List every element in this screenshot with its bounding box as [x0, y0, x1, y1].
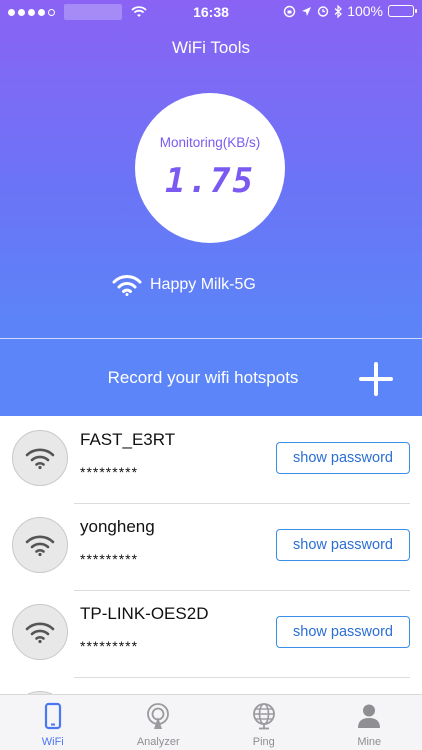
- tab-ping[interactable]: Ping: [211, 695, 317, 750]
- monitor-value: 1.75: [165, 161, 255, 201]
- tab-bar: WiFi Analyzer Ping Mine: [0, 694, 422, 750]
- hotspot-name: FAST_E3RT: [80, 430, 176, 449]
- rotation-lock-icon: [283, 5, 296, 17]
- list-item[interactable]: FAST_E3RT ********* show password: [0, 416, 422, 503]
- wifi-icon: [12, 430, 68, 486]
- bluetooth-icon: [334, 4, 343, 18]
- show-password-button[interactable]: show password: [276, 616, 410, 648]
- monitor-label: Monitoring(KB/s): [159, 135, 261, 150]
- globe-icon: [252, 703, 275, 730]
- battery-percent: 100%: [347, 3, 383, 19]
- hotspot-name: yongheng: [80, 517, 155, 536]
- status-right: 100%: [283, 3, 417, 19]
- hotspot-password: *********: [80, 464, 139, 480]
- page-title: WiFi Tools: [171, 38, 251, 57]
- user-icon: [358, 704, 381, 728]
- tab-label: Analyzer: [136, 736, 180, 748]
- monitor-gauge: Monitoring(KB/s) 1.75: [135, 93, 285, 243]
- tab-analyzer[interactable]: Analyzer: [106, 695, 212, 750]
- wifi-icon: [12, 517, 68, 573]
- tab-mine[interactable]: Mine: [317, 695, 422, 750]
- connected-ssid: Happy Milk-5G: [150, 276, 256, 293]
- connected-network: Happy Milk-5G: [112, 274, 256, 296]
- tab-label: Ping: [252, 736, 275, 748]
- battery-icon: [388, 5, 417, 17]
- add-hotspot-button[interactable]: [356, 359, 396, 399]
- header-panel: 16:38 100% WiFi Tools Monitoring(KB/s) 1…: [0, 0, 422, 338]
- location-icon: [302, 6, 312, 16]
- list-item[interactable]: xiaotaumiao8: [0, 677, 422, 694]
- list-item[interactable]: TP-LINK-OES2D ********* show password: [0, 590, 422, 677]
- tab-label: WiFi: [41, 736, 64, 748]
- hotspot-password: *********: [80, 551, 139, 567]
- broadcast-icon: [147, 703, 170, 729]
- status-bar: 16:38 100%: [0, 0, 422, 24]
- tab-wifi[interactable]: WiFi: [0, 695, 106, 750]
- wifi-icon: [112, 275, 142, 296]
- hotspot-name: TP-LINK-OES2D: [80, 604, 209, 623]
- phone-icon: [44, 702, 61, 730]
- show-password-button[interactable]: show password: [276, 529, 410, 561]
- hotspot-password: *********: [80, 638, 139, 654]
- alarm-icon: [317, 6, 329, 17]
- list-item[interactable]: yongheng ********* show password: [0, 503, 422, 590]
- tab-label: Mine: [357, 736, 382, 748]
- hotspot-list[interactable]: FAST_E3RT ********* show password yonghe…: [0, 416, 422, 694]
- show-password-button[interactable]: show password: [276, 442, 410, 474]
- wifi-icon: [12, 604, 68, 660]
- record-hotspots-bar: Record your wifi hotspots: [0, 338, 422, 416]
